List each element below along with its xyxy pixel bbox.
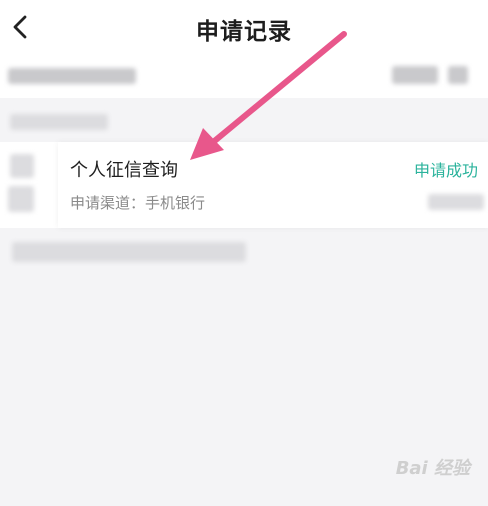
page-title: 申请记录 — [196, 19, 292, 45]
redacted-card-icon — [10, 154, 34, 178]
redacted-record-date — [428, 194, 484, 210]
baidu-jingyan-watermark: Bai 经验 — [395, 458, 470, 479]
redacted-account-value — [392, 66, 438, 84]
account-summary-row — [0, 54, 488, 98]
record-title: 个人征信查询 — [70, 160, 178, 181]
record-card[interactable]: 个人征信查询 申请成功 申请渠道：手机银行 — [0, 142, 488, 228]
redacted-date — [10, 114, 108, 130]
redacted-account-name — [8, 68, 136, 84]
record-channel: 申请渠道：手机银行 — [70, 194, 206, 212]
record-status: 申请成功 — [413, 161, 478, 180]
record-card-body[interactable]: 个人征信查询 申请成功 申请渠道：手机银行 — [58, 142, 488, 228]
redacted-card-icon-2 — [8, 186, 34, 212]
redacted-footer-note — [12, 242, 246, 262]
redacted-account-extra — [448, 66, 468, 84]
date-section-header — [0, 102, 488, 142]
nav-header: 申请记录 — [0, 0, 488, 54]
